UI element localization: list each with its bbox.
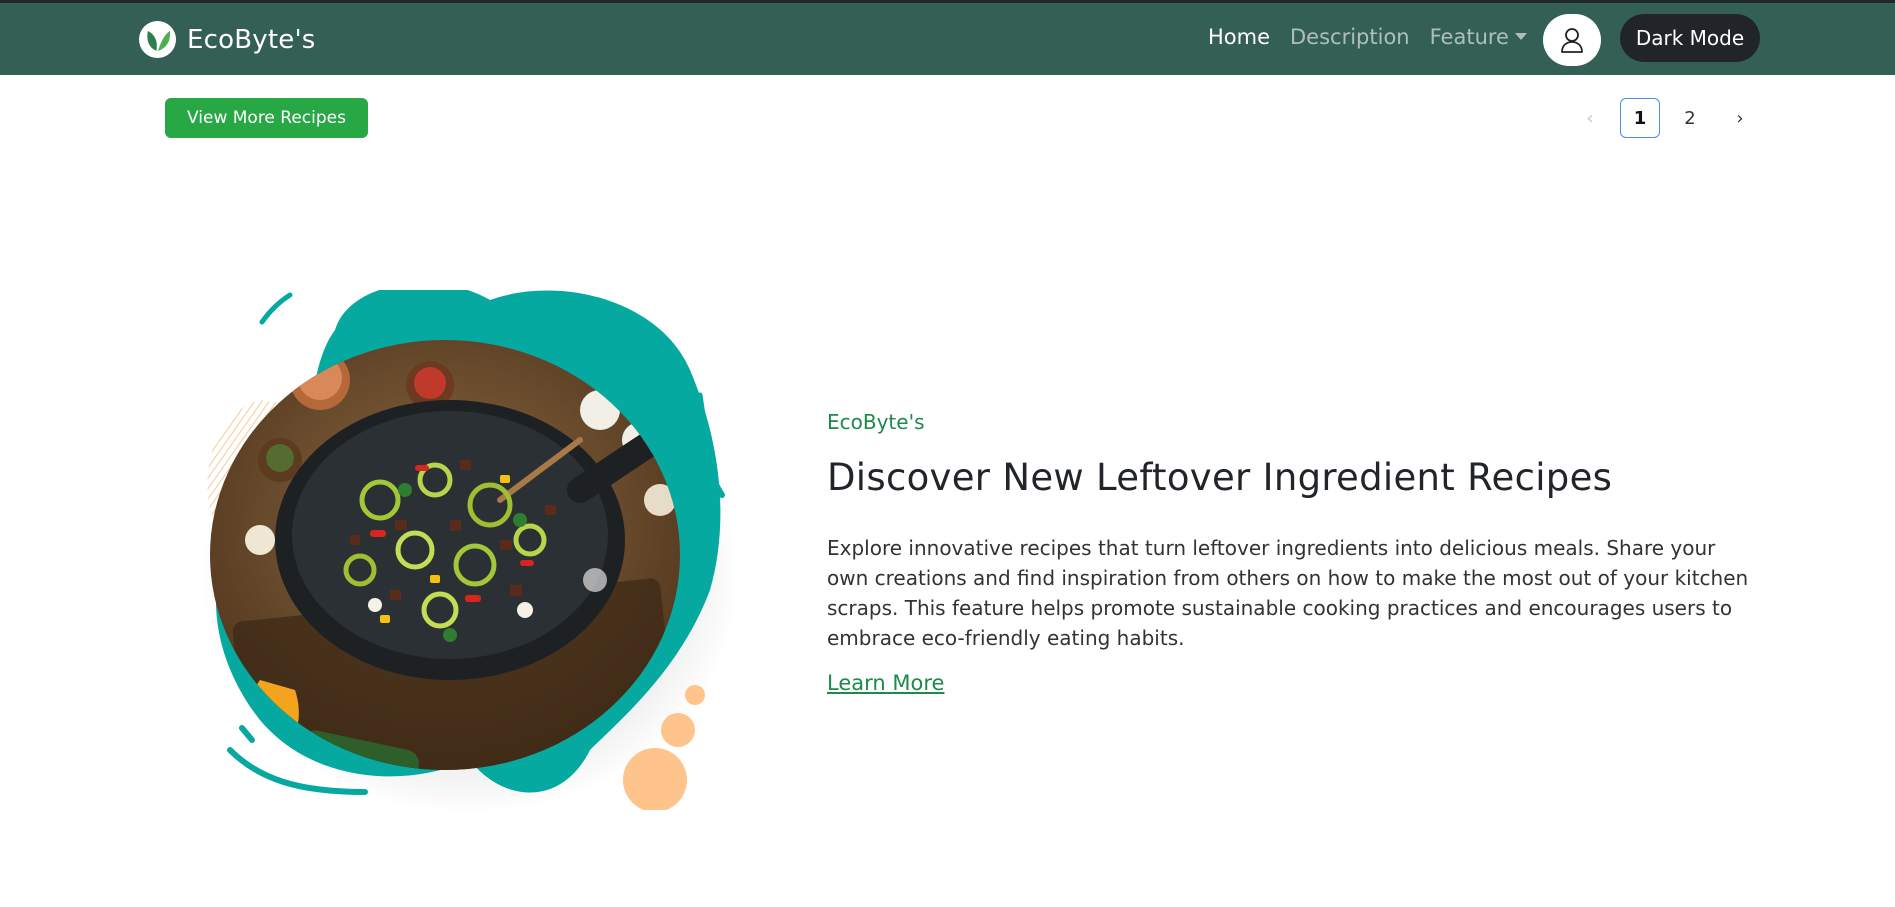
dark-mode-button[interactable]: Dark Mode (1620, 14, 1760, 62)
nav-link-description[interactable]: Description (1290, 25, 1410, 49)
navbar: EcoByte's Home Description Feature Dark … (0, 3, 1895, 75)
hero-description: Explore innovative recipes that turn lef… (827, 536, 1749, 650)
hero-food-image (200, 290, 740, 810)
pagination-page-1[interactable]: 1 (1620, 98, 1660, 138)
nav-links: Home Description Feature (1208, 25, 1547, 49)
pagination-page-2[interactable]: 2 (1670, 98, 1710, 138)
pagination: ‹ 1 2 › (1570, 98, 1770, 138)
pagination-next-button[interactable]: › (1720, 98, 1760, 138)
user-profile-button[interactable] (1543, 14, 1601, 66)
pagination-prev-button[interactable]: ‹ (1570, 98, 1610, 138)
hero-title: Discover New Leftover Ingredient Recipes (827, 456, 1613, 499)
nav-link-home[interactable]: Home (1208, 25, 1270, 49)
user-icon (1561, 28, 1583, 53)
leaf-logo-icon (139, 21, 176, 58)
view-more-recipes-button[interactable]: View More Recipes (165, 98, 368, 138)
brand[interactable]: EcoByte's (139, 21, 316, 58)
nav-link-feature[interactable]: Feature (1430, 25, 1527, 49)
learn-more-link[interactable]: Learn More (827, 671, 944, 695)
hero-eyebrow: EcoByte's (827, 410, 925, 434)
nav-link-feature-label: Feature (1429, 25, 1509, 49)
hero-text: EcoByte's Discover New Leftover Ingredie… (827, 410, 1757, 695)
caret-down-icon (1514, 33, 1527, 40)
brand-name: EcoByte's (187, 24, 316, 55)
